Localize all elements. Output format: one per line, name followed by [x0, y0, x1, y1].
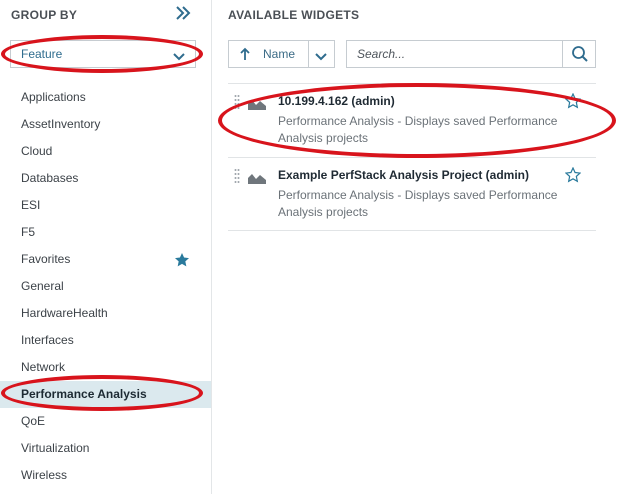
feature-item-label: Wireless: [21, 468, 68, 482]
feature-item-assetinventory[interactable]: AssetInventory: [0, 111, 211, 138]
feature-item-f5[interactable]: F5: [0, 219, 211, 246]
widget-description: Performance Analysis - Displays saved Pe…: [278, 114, 558, 145]
widget-title: Example PerfStack Analysis Project (admi…: [278, 168, 529, 182]
feature-item-label: Applications: [21, 90, 86, 104]
group-by-dropdown[interactable]: Feature: [10, 40, 196, 68]
feature-item-cloud[interactable]: Cloud: [0, 138, 211, 165]
feature-item-label: AssetInventory: [21, 117, 101, 131]
widget-search: [346, 40, 596, 68]
feature-item-interfaces[interactable]: Interfaces: [0, 327, 211, 354]
star-filled-icon: [174, 251, 190, 267]
feature-item-hardwarehealth[interactable]: HardwareHealth: [0, 300, 211, 327]
sort-divider: [308, 41, 309, 67]
feature-item-virtualization[interactable]: Virtualization: [0, 435, 211, 462]
area-chart-icon: [248, 171, 266, 184]
available-widgets-title: AVAILABLE WIDGETS: [228, 8, 360, 22]
feature-item-esi[interactable]: ESI: [0, 192, 211, 219]
chevron-down-icon: [173, 49, 185, 61]
feature-item-wireless[interactable]: Wireless: [0, 462, 211, 489]
feature-item-label: Cloud: [21, 144, 53, 158]
widget-title: 10.199.4.162 (admin): [278, 94, 395, 108]
sort-ascending-icon[interactable]: [239, 47, 251, 61]
star-outline-icon[interactable]: [564, 92, 582, 109]
feature-item-label: Favorites: [21, 252, 71, 266]
area-chart-icon: [248, 97, 266, 110]
widget-list-item[interactable]: 10.199.4.162 (admin) Performance Analysi…: [228, 83, 596, 157]
star-outline-icon[interactable]: [564, 166, 582, 183]
feature-item-label: Network: [21, 360, 66, 374]
feature-item-label: Virtualization: [21, 441, 90, 455]
search-icon[interactable]: [571, 45, 589, 63]
feature-item-general[interactable]: General: [0, 273, 211, 300]
group-by-panel: GROUP BY Feature Applications AssetInven…: [0, 0, 212, 494]
feature-item-network[interactable]: Network: [0, 354, 211, 381]
search-divider: [562, 41, 563, 67]
chevron-down-icon[interactable]: [315, 49, 327, 61]
feature-item-label: Performance Analysis: [21, 387, 147, 401]
feature-item-databases[interactable]: Databases: [0, 165, 211, 192]
drag-handle-icon[interactable]: [234, 168, 240, 184]
group-by-dropdown-value: Feature: [21, 47, 63, 61]
widget-list-item[interactable]: Example PerfStack Analysis Project (admi…: [228, 157, 596, 231]
collapse-panel-icon[interactable]: [175, 4, 191, 22]
drag-handle-icon[interactable]: [234, 94, 240, 110]
feature-item-label: F5: [21, 225, 36, 239]
feature-item-favorites[interactable]: Favorites: [0, 246, 211, 273]
feature-item-performance-analysis[interactable]: Performance Analysis: [0, 381, 211, 408]
feature-item-applications[interactable]: Applications: [0, 84, 211, 111]
widget-description: Performance Analysis - Displays saved Pe…: [278, 188, 558, 219]
group-by-title: GROUP BY: [11, 8, 78, 22]
feature-item-label: QoE: [21, 414, 46, 428]
feature-item-qoe[interactable]: QoE: [0, 408, 211, 435]
widget-picker: GROUP BY Feature Applications AssetInven…: [0, 0, 632, 494]
feature-item-label: Interfaces: [21, 333, 74, 347]
feature-item-label: HardwareHealth: [21, 306, 108, 320]
sort-control: Name: [228, 40, 335, 68]
feature-item-label: Databases: [21, 171, 79, 185]
sort-field-label[interactable]: Name: [263, 47, 295, 61]
search-input[interactable]: [347, 41, 562, 67]
feature-list: Applications AssetInventory Cloud Databa…: [0, 84, 211, 489]
feature-item-label: General: [21, 279, 64, 293]
feature-item-label: ESI: [21, 198, 41, 212]
